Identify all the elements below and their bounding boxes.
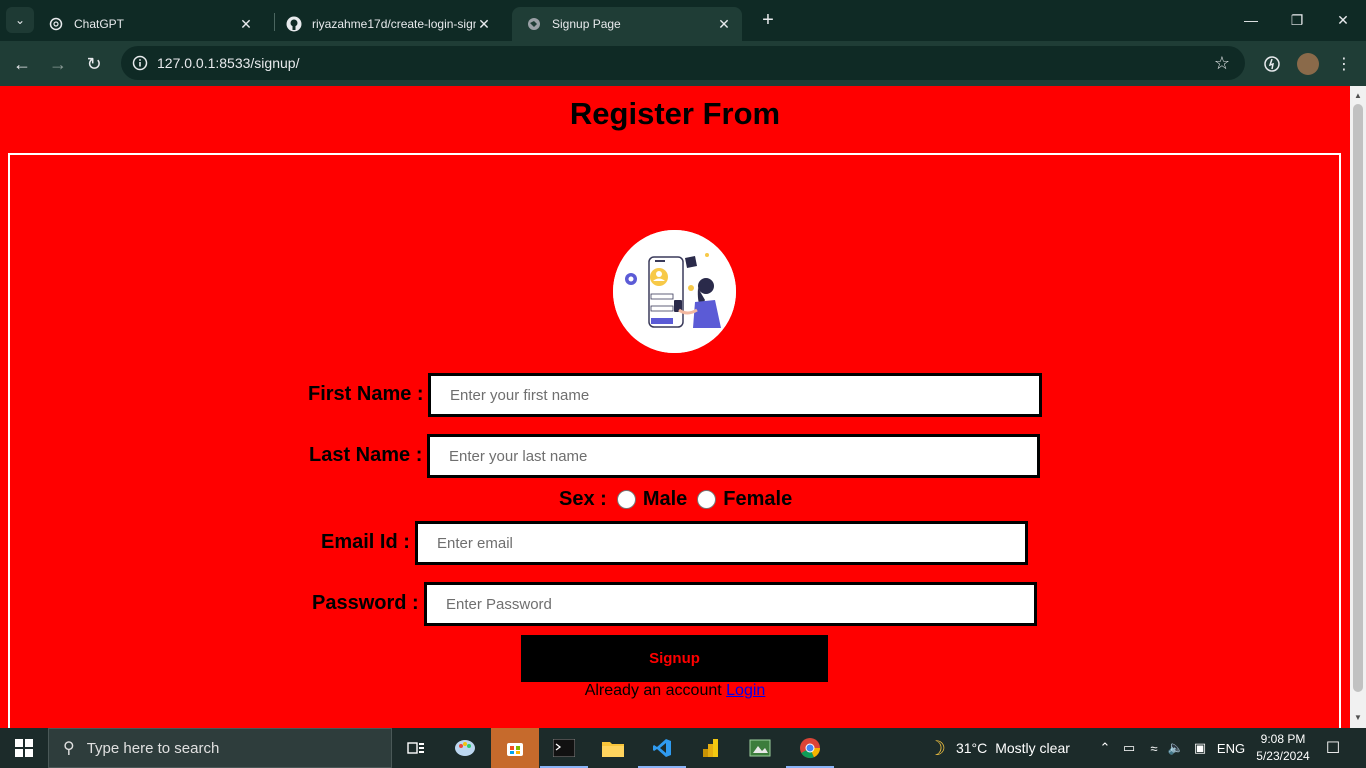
windows-start-button[interactable] [0, 728, 48, 768]
task-view-icon[interactable] [392, 728, 440, 768]
reload-button[interactable]: ↻ [80, 50, 108, 78]
first-name-label: First Name : [308, 383, 424, 405]
taskbar-search-box[interactable]: ⚲ Type here to search [48, 728, 392, 768]
back-button[interactable]: ← [8, 50, 36, 78]
clock-time: 9:08 PM [1260, 732, 1306, 746]
last-name-input[interactable] [427, 434, 1040, 478]
clock-date: 5/23/2024 [1256, 749, 1310, 763]
weather-condition: Mostly clear [995, 740, 1070, 756]
display-icon[interactable]: ▣ [1190, 728, 1210, 768]
photos-app-icon[interactable] [736, 728, 784, 768]
openai-icon [48, 16, 64, 32]
minimize-button[interactable]: — [1228, 0, 1274, 40]
login-link[interactable]: Login [726, 682, 765, 699]
already-account-text: Already an account [584, 682, 722, 699]
tab-strip: ⌄ ChatGPT ✕ riyazahme17d/create-login-si… [0, 0, 1366, 41]
address-bar[interactable]: 127.0.0.1:8533/signup/ ☆ [121, 46, 1245, 80]
system-clock[interactable]: 9:08 PM 5/23/2024 [1248, 731, 1318, 765]
tab-github[interactable]: riyazahme17d/create-login-sign ✕ [272, 7, 502, 41]
email-input[interactable] [415, 521, 1028, 565]
first-name-input[interactable] [428, 373, 1042, 417]
tab-title: riyazahme17d/create-login-sign [312, 17, 476, 31]
password-label: Password : [312, 592, 419, 614]
language-indicator[interactable]: ENG [1216, 728, 1246, 768]
tab-search-button[interactable]: ⌄ [6, 7, 34, 33]
extension-icon[interactable] [1258, 50, 1286, 78]
url-text: 127.0.0.1:8533/signup/ [157, 55, 300, 71]
tab-signup-page[interactable]: Signup Page ✕ [512, 7, 742, 41]
password-input[interactable] [424, 582, 1037, 626]
restore-button[interactable]: ❐ [1274, 0, 1320, 40]
signup-button[interactable]: Signup [521, 635, 828, 682]
terminal-app-icon[interactable] [540, 728, 588, 768]
windows-taskbar: ⚲ Type here to search ☽ 31°C Mostly clea… [0, 728, 1366, 768]
last-name-label: Last Name : [309, 444, 423, 466]
moon-cloud-icon: ☽ [928, 737, 946, 760]
profile-avatar[interactable] [1297, 53, 1319, 75]
vscode-icon[interactable] [638, 728, 686, 768]
signup-illustration [613, 230, 736, 353]
microsoft-store-icon[interactable] [491, 728, 539, 768]
page-scrollbar[interactable]: ▲ ▼ [1350, 86, 1366, 728]
new-tab-button[interactable]: + [756, 9, 780, 33]
scroll-up-arrow-icon[interactable]: ▲ [1350, 88, 1366, 104]
windows-logo-icon [15, 739, 33, 757]
tab-chatgpt[interactable]: ChatGPT ✕ [34, 7, 264, 41]
chevron-up-icon[interactable]: ⌃ [1096, 728, 1114, 768]
scroll-down-arrow-icon[interactable]: ▼ [1350, 710, 1366, 726]
sex-label: Sex : [559, 488, 607, 510]
male-radio[interactable] [616, 490, 636, 509]
forward-button[interactable]: → [44, 50, 72, 78]
battery-icon[interactable]: ▭ [1120, 728, 1138, 768]
page-title: Register From [569, 96, 781, 131]
close-icon[interactable]: ✕ [716, 16, 732, 32]
tab-title: Signup Page [552, 17, 621, 31]
site-info-icon[interactable] [129, 52, 151, 74]
kebab-menu-icon[interactable]: ⋮ [1330, 50, 1358, 78]
scroll-thumb[interactable] [1353, 104, 1363, 692]
female-label: Female [723, 488, 793, 510]
search-icon: ⚲ [63, 740, 75, 757]
globe-icon [526, 16, 542, 32]
chrome-icon[interactable] [786, 728, 834, 768]
notification-icon[interactable]: ☐ [1320, 728, 1346, 768]
paint-app-icon[interactable] [441, 728, 489, 768]
github-icon [286, 16, 302, 32]
file-explorer-icon[interactable] [589, 728, 637, 768]
close-icon[interactable]: ✕ [476, 16, 492, 32]
bookmark-star-icon[interactable]: ☆ [1211, 52, 1233, 74]
login-prompt: Already an account Login [0, 682, 1350, 700]
close-icon[interactable]: ✕ [238, 16, 254, 32]
volume-icon[interactable]: 🔈 [1167, 728, 1185, 768]
sex-field: Sex : Male Female [559, 488, 792, 511]
email-label: Email Id : [321, 531, 410, 553]
window-close-button[interactable]: ✕ [1320, 0, 1366, 40]
wifi-icon[interactable]: ≈ [1144, 728, 1164, 768]
weather-temp: 31°C [955, 740, 988, 756]
male-label: Male [642, 488, 688, 510]
female-radio[interactable] [697, 490, 717, 509]
page-viewport: Register From First Name : Last [0, 86, 1350, 728]
tab-title: ChatGPT [74, 17, 125, 31]
weather-widget[interactable]: ☽ 31°C Mostly clear [928, 728, 1070, 768]
power-bi-icon[interactable] [687, 728, 735, 768]
taskbar-search-placeholder: Type here to search [86, 739, 220, 757]
browser-toolbar: ← → ↻ 127.0.0.1:8533/signup/ ☆ ⋮ [0, 41, 1366, 86]
